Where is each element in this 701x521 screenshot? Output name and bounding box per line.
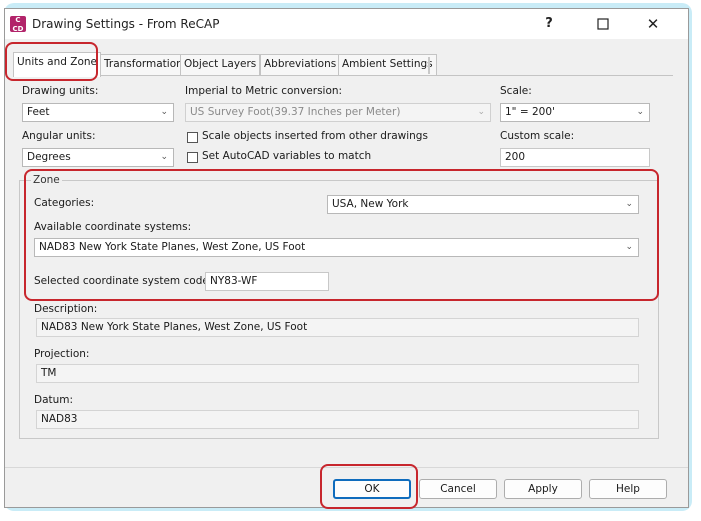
custom-scale-input[interactable]: 200 — [500, 148, 650, 167]
ok-button[interactable]: OK — [333, 479, 411, 499]
scale-objects-checkbox[interactable] — [187, 132, 198, 143]
tab-transformation[interactable]: Transformation — [100, 54, 187, 75]
coordinate-code-label: Selected coordinate system code: — [34, 275, 213, 287]
coordinate-system-value: NAD83 New York State Planes, West Zone, … — [39, 241, 306, 253]
cancel-button[interactable]: Cancel — [419, 479, 497, 499]
datum-label: Datum: — [34, 394, 74, 406]
help-button[interactable]: Help — [589, 479, 667, 499]
projection-label: Projection: — [34, 348, 90, 360]
set-autocad-label: Set AutoCAD variables to match — [202, 150, 372, 162]
footer-divider — [5, 467, 688, 468]
tab-ambient-settings[interactable]: Ambient Settings — [338, 54, 437, 75]
app-icon: C CD — [10, 16, 26, 33]
description-label: Description: — [34, 303, 98, 315]
coordinate-system-dropdown[interactable]: NAD83 New York State Planes, West Zone, … — [34, 238, 639, 257]
imperial-conversion-label: Imperial to Metric conversion: — [185, 85, 343, 97]
help-icon[interactable]: ? — [529, 13, 569, 35]
categories-value: USA, New York — [332, 198, 409, 210]
chevron-down-icon: ⌄ — [160, 152, 168, 162]
custom-scale-label: Custom scale: — [500, 130, 575, 142]
tab-object-layers[interactable]: Object Layers — [180, 54, 261, 75]
description-field: NAD83 New York State Planes, West Zone, … — [36, 318, 639, 337]
set-autocad-checkbox[interactable] — [187, 152, 198, 163]
apply-button[interactable]: Apply — [504, 479, 582, 499]
tab-separator — [428, 57, 430, 74]
angular-units-dropdown[interactable]: Degrees ⌄ — [22, 148, 174, 167]
zone-groupbox — [19, 180, 659, 439]
scale-objects-label: Scale objects inserted from other drawin… — [202, 130, 428, 142]
categories-label: Categories: — [34, 197, 95, 209]
title-bar: C CD Drawing Settings - From ReCAP ? ✕ — [5, 9, 688, 39]
angular-units-value: Degrees — [27, 151, 71, 163]
available-coordinate-systems-label: Available coordinate systems: — [34, 221, 192, 233]
categories-dropdown[interactable]: USA, New York ⌄ — [327, 195, 639, 214]
imperial-conversion-dropdown[interactable]: US Survey Foot(39.37 Inches per Meter) ⌄ — [185, 103, 491, 122]
chevron-down-icon: ⌄ — [636, 107, 644, 117]
window-title: Drawing Settings - From ReCAP — [32, 17, 220, 31]
tab-strip-line — [13, 75, 673, 76]
drawing-settings-dialog: C CD Drawing Settings - From ReCAP ? ✕ Un… — [4, 8, 689, 509]
scale-dropdown[interactable]: 1" = 200' ⌄ — [500, 103, 650, 122]
close-icon[interactable]: ✕ — [633, 13, 673, 35]
angular-units-label: Angular units: — [22, 130, 96, 142]
drawing-units-dropdown[interactable]: Feet ⌄ — [22, 103, 174, 122]
tab-abbreviations[interactable]: Abbreviations — [260, 54, 341, 75]
scale-value: 1" = 200' — [505, 106, 555, 118]
chevron-down-icon: ⌄ — [625, 199, 633, 209]
datum-field: NAD83 — [36, 410, 639, 429]
tab-units-and-zone[interactable]: Units and Zone — [13, 52, 102, 77]
scale-label: Scale: — [500, 85, 532, 97]
chevron-down-icon: ⌄ — [625, 242, 633, 252]
projection-field: TM — [36, 364, 639, 383]
chevron-down-icon: ⌄ — [477, 107, 485, 117]
drawing-units-value: Feet — [27, 106, 50, 118]
chevron-down-icon: ⌄ — [160, 107, 168, 117]
coordinate-code-input[interactable]: NY83-WF — [205, 272, 329, 291]
imperial-conversion-value: US Survey Foot(39.37 Inches per Meter) — [190, 106, 401, 118]
zone-group-title: Zone — [31, 174, 62, 186]
maximize-icon[interactable] — [583, 13, 623, 35]
drawing-units-label: Drawing units: — [22, 85, 99, 97]
